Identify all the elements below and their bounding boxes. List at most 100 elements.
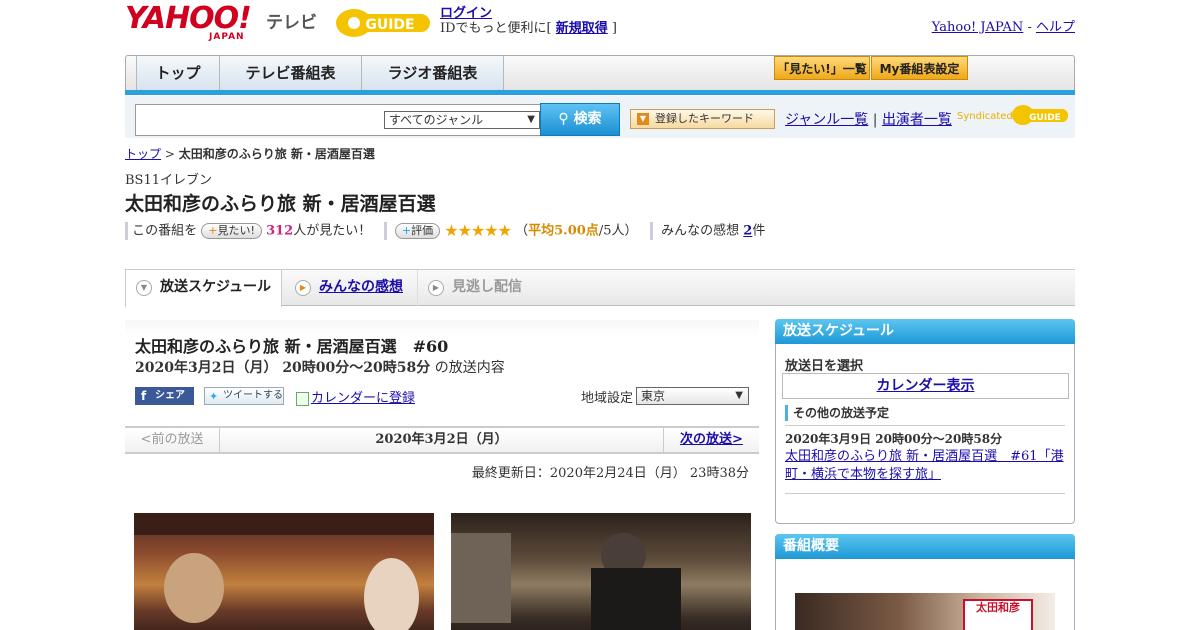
gguide-logo: GUIDE <box>334 6 432 40</box>
impressions-count-link[interactable]: 2 <box>743 224 752 239</box>
impressions-label: みんなの感想 <box>661 223 744 239</box>
cast-list-link[interactable]: 出演者一覧 <box>882 112 952 128</box>
help-link[interactable]: ヘルプ <box>1036 20 1075 35</box>
search-button-label: 検索 <box>573 111 602 127</box>
mitai-button-label: 見たい! <box>217 224 255 237</box>
next-broadcast: 次の放送> <box>663 428 759 452</box>
other-schedule-link[interactable]: 太田和彦のふらり旅 新・居酒屋百選 #61「港町・横浜で本物を探す旅」 <box>785 449 1064 482</box>
program-tabs: ▼ 放送スケジュール ▶ みんなの感想 ▶ 見逃し配信 <box>125 269 1075 307</box>
other-schedule-date: 2020年3月9日 20時00分～20時58分 <box>785 432 1003 446</box>
gguide-small-logo-text: GUIDE <box>1029 113 1061 123</box>
search-links: ジャンル一覧 | 出演者一覧 <box>785 109 952 129</box>
register-link[interactable]: 新規取得 <box>556 21 608 36</box>
id-benefit-text: IDでもっと便利に[ <box>440 21 556 36</box>
yahoo-japan-logo[interactable]: YAHOO! JAPAN <box>125 1 265 43</box>
episode-title: 太田和彦のふらり旅 新・居酒屋百選 #60 <box>135 337 449 356</box>
this-program-text: この番組を <box>132 223 198 239</box>
login-link[interactable]: ログイン <box>440 6 492 21</box>
my-guide-settings-button[interactable]: My番組表設定 <box>871 56 968 80</box>
sidebar-summary: 番組概要 太田和彦 <box>775 534 1075 630</box>
facebook-share-label: シェア <box>155 390 185 401</box>
yahoo-logo-text: YAHOO! <box>125 1 252 36</box>
rating-button-label: 評価 <box>411 224 434 237</box>
mitai-button[interactable]: +見たい! <box>201 223 262 239</box>
breadcrumb-top-link[interactable]: トップ <box>125 147 161 161</box>
tweet-button-label: ツイートする <box>223 390 283 401</box>
chevron-down-icon: ▼ <box>136 280 152 296</box>
region-selected-value: 東京 <box>641 389 666 403</box>
mitai-list-button[interactable]: 「見たい!」一覧 <box>774 56 870 80</box>
tv-logo-text[interactable]: テレビ <box>266 8 317 33</box>
yahoo-japan-link[interactable]: Yahoo! JAPAN <box>932 20 1024 35</box>
genre-select[interactable]: すべてのジャンル ▼ <box>384 111 540 129</box>
summary-image: 太田和彦 <box>795 593 1055 630</box>
rating-stars: ★★★★★ <box>444 221 512 240</box>
link-separator: | <box>868 112 882 128</box>
chevron-right-icon: ▶ <box>428 280 444 296</box>
plus-icon: + <box>208 224 218 237</box>
registered-keywords-label: 登録したキーワード <box>655 112 754 125</box>
region-label: 地域設定 <box>581 391 634 406</box>
episode-datetime-suffix: の放送内容 <box>430 360 505 376</box>
gguide-logo-text: GUIDE <box>365 17 414 33</box>
tab-impressions-link[interactable]: みんなの感想 <box>319 279 403 295</box>
header-links: Yahoo! JAPAN - ヘルプ <box>932 16 1075 35</box>
registered-keywords-button[interactable]: ▼ 登録したキーワード <box>630 109 775 129</box>
nav-tab-top[interactable]: トップ <box>136 56 220 90</box>
other-schedule-label: その他の放送予定 <box>785 405 889 421</box>
date-navigation: <前の放送 2020年3月2日（月） 次の放送> <box>125 426 759 454</box>
stat-divider <box>649 222 653 240</box>
mitai-count: 312 <box>266 223 294 239</box>
calendar-display-link[interactable]: カレンダー表示 <box>877 378 975 394</box>
last-updated: 最終更新日：2020年2月24日（月） 23時38分 <box>471 466 749 481</box>
episode-photo-1 <box>134 513 434 630</box>
page-title: 太田和彦のふらり旅 新・居酒屋百選 <box>125 193 436 215</box>
calendar-icon <box>296 391 309 406</box>
breadcrumb-arrow: > <box>161 147 179 161</box>
calendar-register-link[interactable]: カレンダーに登録 <box>311 391 415 406</box>
nav-tab-tv-guide[interactable]: テレビ番組表 <box>220 56 362 90</box>
facebook-share-button[interactable]: f シェア <box>135 387 194 405</box>
next-broadcast-link[interactable]: 次の放送> <box>680 432 743 447</box>
other-schedule-item: 太田和彦のふらり旅 新・居酒屋百選 #61「港町・横浜で本物を探す旅」 <box>785 448 1067 484</box>
dropdown-arrow-icon: ▼ <box>735 390 743 401</box>
channel-name: BS11イレブン <box>125 173 213 188</box>
syndicated-text: Syndicated <box>957 111 1013 122</box>
episode-datetime: 2020年3月2日（月） 20時00分～20時58分 の放送内容 <box>135 357 505 377</box>
episode-photo-2 <box>451 513 751 630</box>
nav-accent-line <box>125 90 1075 95</box>
login-area: ログイン IDでもっと便利に[ 新規取得 ] <box>440 6 617 36</box>
tab-streaming: ▶ 見逃し配信 <box>417 270 557 306</box>
stat-divider <box>125 222 128 240</box>
rating-button[interactable]: +評価 <box>394 223 441 239</box>
genre-list-link[interactable]: ジャンル一覧 <box>785 112 868 128</box>
breadcrumb: トップ > 太田和彦のふらり旅 新・居酒屋百選 <box>125 145 375 162</box>
episode-datetime-value: 2020年3月2日（月） 20時00分～20時58分 <box>135 360 431 376</box>
tab-streaming-label: 見逃し配信 <box>452 279 522 295</box>
search-button[interactable]: ⚲ 検索 <box>540 103 620 136</box>
sidebar-summary-title: 番組概要 <box>775 534 1075 559</box>
current-broadcast-date: 2020年3月2日（月） <box>375 432 508 447</box>
rating-average: 平均5.00点 <box>528 223 599 239</box>
plus-icon: + <box>401 224 412 237</box>
rating-paren-open: （ <box>515 223 529 239</box>
photo-figure <box>164 553 224 623</box>
tab-schedule[interactable]: ▼ 放送スケジュール <box>125 270 282 307</box>
sidebar-schedule: 放送スケジュール 放送日を選択 カレンダー表示 その他の放送予定 2020年3月… <box>775 319 1075 524</box>
gguide-small-logo-icon: GUIDE <box>1012 105 1068 125</box>
rating-voters: /5人） <box>598 223 638 239</box>
header-separator: - <box>1023 20 1036 35</box>
calendar-register: カレンダーに登録 <box>296 387 415 406</box>
tab-impressions[interactable]: ▶ みんなの感想 <box>285 270 415 306</box>
gguide-logo-icon: GUIDE <box>336 9 430 37</box>
genre-selected-value: すべてのジャンル <box>389 113 484 127</box>
photo-figure <box>591 568 681 630</box>
tweet-button[interactable]: ✦ ツイートする <box>204 387 284 405</box>
region-select[interactable]: 東京 ▼ <box>636 387 749 405</box>
nav-tab-radio-guide[interactable]: ラジオ番組表 <box>362 56 504 90</box>
calendar-display-box: カレンダー表示 <box>782 373 1069 399</box>
mitai-suffix: 人が見たい！ <box>293 223 372 239</box>
japan-logo-text: JAPAN <box>209 32 245 42</box>
id-bracket-close: ] <box>607 21 617 36</box>
divider <box>785 425 1065 426</box>
